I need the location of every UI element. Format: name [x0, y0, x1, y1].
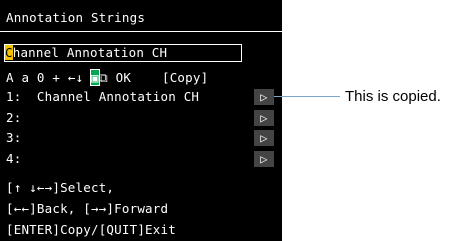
input-text: hannel Annotation CH	[12, 45, 168, 60]
char-toolbar: A a 0 + ←↓ ▣⧉ OK [Copy]	[6, 69, 208, 86]
play-icon[interactable]: ▷	[254, 89, 274, 105]
annotation-input[interactable]: Channel Annotation CH	[4, 44, 242, 62]
ok-button[interactable]: OK	[116, 70, 131, 85]
down-arrow-icon[interactable]: ↓	[76, 70, 84, 85]
copy-icon[interactable]: ⧉	[99, 70, 108, 85]
paste-icon[interactable]: ▣	[90, 69, 100, 86]
help-select: [↑ ↓←→]Select,	[6, 180, 115, 195]
callout-text: This is copied.	[345, 88, 441, 105]
slot-2[interactable]: 2:	[6, 110, 21, 125]
slot-3[interactable]: 3:	[6, 130, 21, 145]
char-set-options[interactable]: A a 0 +	[6, 70, 68, 85]
help-navigate: [←←]Back, [→→]Forward	[6, 201, 169, 216]
help-enter-quit: [ENTER]Copy/[QUIT]Exit	[6, 222, 176, 237]
instrument-screen: Annotation Strings Channel Annotation CH…	[0, 0, 282, 241]
callout-line	[274, 96, 340, 97]
play-icon[interactable]: ▷	[254, 130, 274, 146]
slot-1[interactable]: 1: Channel Annotation CH	[6, 89, 199, 104]
window-title: Annotation Strings	[6, 10, 146, 25]
copy-button[interactable]: [Copy]	[162, 70, 208, 85]
text-cursor: C	[5, 45, 13, 60]
title-divider	[0, 31, 282, 32]
play-icon[interactable]: ▷	[254, 110, 274, 126]
play-icon[interactable]: ▷	[254, 151, 274, 167]
slot-4[interactable]: 4:	[6, 151, 21, 166]
left-arrow-icon[interactable]: ←	[68, 70, 76, 85]
